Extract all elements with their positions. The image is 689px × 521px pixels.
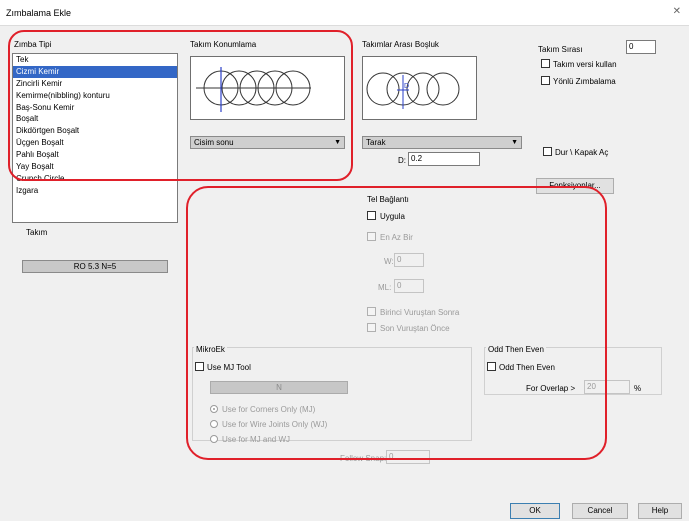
takim-versi-label: Takım versi kullan bbox=[553, 60, 617, 69]
dur-kapak-checkbox[interactable] bbox=[543, 147, 552, 156]
window-title: Zımbalama Ekle bbox=[6, 8, 72, 18]
dur-kapak-label: Dur \ Kapak Aç bbox=[555, 148, 609, 157]
yonlu-zimbalama-label: Yönlü Zımbalama bbox=[553, 77, 616, 86]
tool-select-button[interactable]: RO 5.3 N=5 bbox=[22, 260, 168, 273]
mj-and-wj-radio[interactable] bbox=[210, 435, 218, 443]
list-item[interactable]: Crunch Circle bbox=[13, 173, 177, 185]
follow-snap-input[interactable]: 0 bbox=[386, 450, 430, 464]
uygula-label: Uygula bbox=[380, 212, 405, 221]
list-item[interactable]: Tek bbox=[13, 54, 177, 66]
title-bar: Zımbalama Ekle ✕ bbox=[0, 0, 689, 26]
mj-and-wj-label: Use for MJ and WJ bbox=[222, 435, 291, 444]
odd-then-even-checkbox-label: Odd Then Even bbox=[499, 363, 555, 372]
tool-gap-illustration: D bbox=[366, 72, 460, 109]
list-item[interactable]: Izgara bbox=[13, 185, 177, 197]
w-label: W: bbox=[384, 257, 394, 266]
help-button[interactable]: Help bbox=[638, 503, 682, 519]
list-item[interactable]: Kemirme(nibbling) konturu bbox=[13, 90, 177, 102]
list-item-selected[interactable]: Cizmi Kemir bbox=[13, 65, 177, 78]
list-item[interactable]: Dikdörtgen Boşalt bbox=[13, 125, 177, 137]
corners-only-label: Use for Corners Only (MJ) bbox=[222, 405, 316, 414]
cancel-button[interactable]: Cancel bbox=[572, 503, 628, 519]
for-overlap-label: For Overlap > bbox=[526, 384, 576, 393]
tel-baglanti-label: Tel Bağlantı bbox=[367, 195, 409, 204]
birinci-label: Birinci Vuruştan Sonra bbox=[380, 308, 460, 317]
odd-then-even-label: Odd Then Even bbox=[486, 345, 546, 354]
list-item[interactable]: Zincirli Kemir bbox=[13, 78, 177, 90]
takimlar-arasi-label: Takımlar Arası Boşluk bbox=[362, 40, 439, 49]
takim-konumlama-label: Takım Konumlama bbox=[190, 40, 257, 49]
zimba-tipi-label: Zımba Tipi bbox=[14, 40, 52, 49]
odd-then-even-checkbox[interactable] bbox=[487, 362, 496, 371]
list-item[interactable]: Pahlı Boşalt bbox=[13, 149, 177, 161]
list-item[interactable]: Üçgen Boşalt bbox=[13, 137, 177, 149]
en-az-bir-label: En Az Bir bbox=[380, 233, 413, 242]
son-checkbox[interactable] bbox=[367, 323, 376, 332]
for-overlap-input[interactable]: 20 bbox=[584, 380, 630, 394]
takim-label: Takım bbox=[26, 228, 48, 237]
d-input[interactable]: 0.2 bbox=[408, 152, 480, 166]
birinci-checkbox[interactable] bbox=[367, 307, 376, 316]
percent-unit: % bbox=[634, 384, 642, 393]
d-label: D: bbox=[398, 156, 406, 165]
combo-value: Tarak bbox=[366, 138, 386, 147]
en-az-bir-checkbox[interactable] bbox=[367, 232, 376, 241]
takim-konumlama-preview bbox=[190, 56, 345, 120]
corners-only-radio[interactable] bbox=[210, 405, 218, 413]
wire-joints-label: Use for Wire Joints Only (WJ) bbox=[222, 420, 328, 429]
yonlu-zimbalama-checkbox[interactable] bbox=[541, 76, 550, 85]
zimba-tipi-list[interactable]: Tek Cizmi Kemir Zincirli Kemir Kemirme(n… bbox=[12, 53, 178, 223]
takim-sirasi-input[interactable]: 0 bbox=[626, 40, 656, 54]
ml-label: ML: bbox=[378, 283, 392, 292]
follow-snap-label: Follow Snap: bbox=[340, 454, 387, 463]
list-item[interactable]: Baş-Sonu Kemir bbox=[13, 102, 177, 114]
mj-tool-bar[interactable]: N bbox=[210, 381, 348, 394]
tool-position-illustration bbox=[196, 67, 311, 112]
list-item[interactable]: Yay Boşalt bbox=[13, 161, 177, 173]
wire-joints-radio[interactable] bbox=[210, 420, 218, 428]
svg-text:D: D bbox=[404, 83, 409, 90]
takimlar-arasi-combo[interactable]: Tarak ▼ bbox=[362, 136, 522, 149]
chevron-down-icon: ▼ bbox=[511, 139, 518, 146]
combo-value: Cisim sonu bbox=[194, 138, 234, 147]
w-input[interactable]: 0 bbox=[394, 253, 424, 267]
use-mj-label: Use MJ Tool bbox=[207, 363, 251, 372]
fonksiyonlar-button[interactable]: Fonksiyonlar... bbox=[536, 178, 614, 194]
takim-versi-checkbox[interactable] bbox=[541, 59, 550, 68]
ml-input[interactable]: 0 bbox=[394, 279, 424, 293]
uygula-checkbox[interactable] bbox=[367, 211, 376, 220]
ok-button[interactable]: OK bbox=[510, 503, 560, 519]
takim-sirasi-label: Takım Sırası bbox=[538, 45, 583, 54]
son-label: Son Vuruştan Önce bbox=[380, 324, 450, 333]
takim-konumlama-combo[interactable]: Cisim sonu ▼ bbox=[190, 136, 345, 149]
chevron-down-icon: ▼ bbox=[334, 139, 341, 146]
close-icon[interactable]: ✕ bbox=[673, 6, 681, 17]
mikroek-label: MikroEk bbox=[194, 345, 227, 354]
use-mj-checkbox[interactable] bbox=[195, 362, 204, 371]
takimlar-arasi-preview: D bbox=[362, 56, 477, 120]
list-item[interactable]: Boşalt bbox=[13, 113, 177, 125]
